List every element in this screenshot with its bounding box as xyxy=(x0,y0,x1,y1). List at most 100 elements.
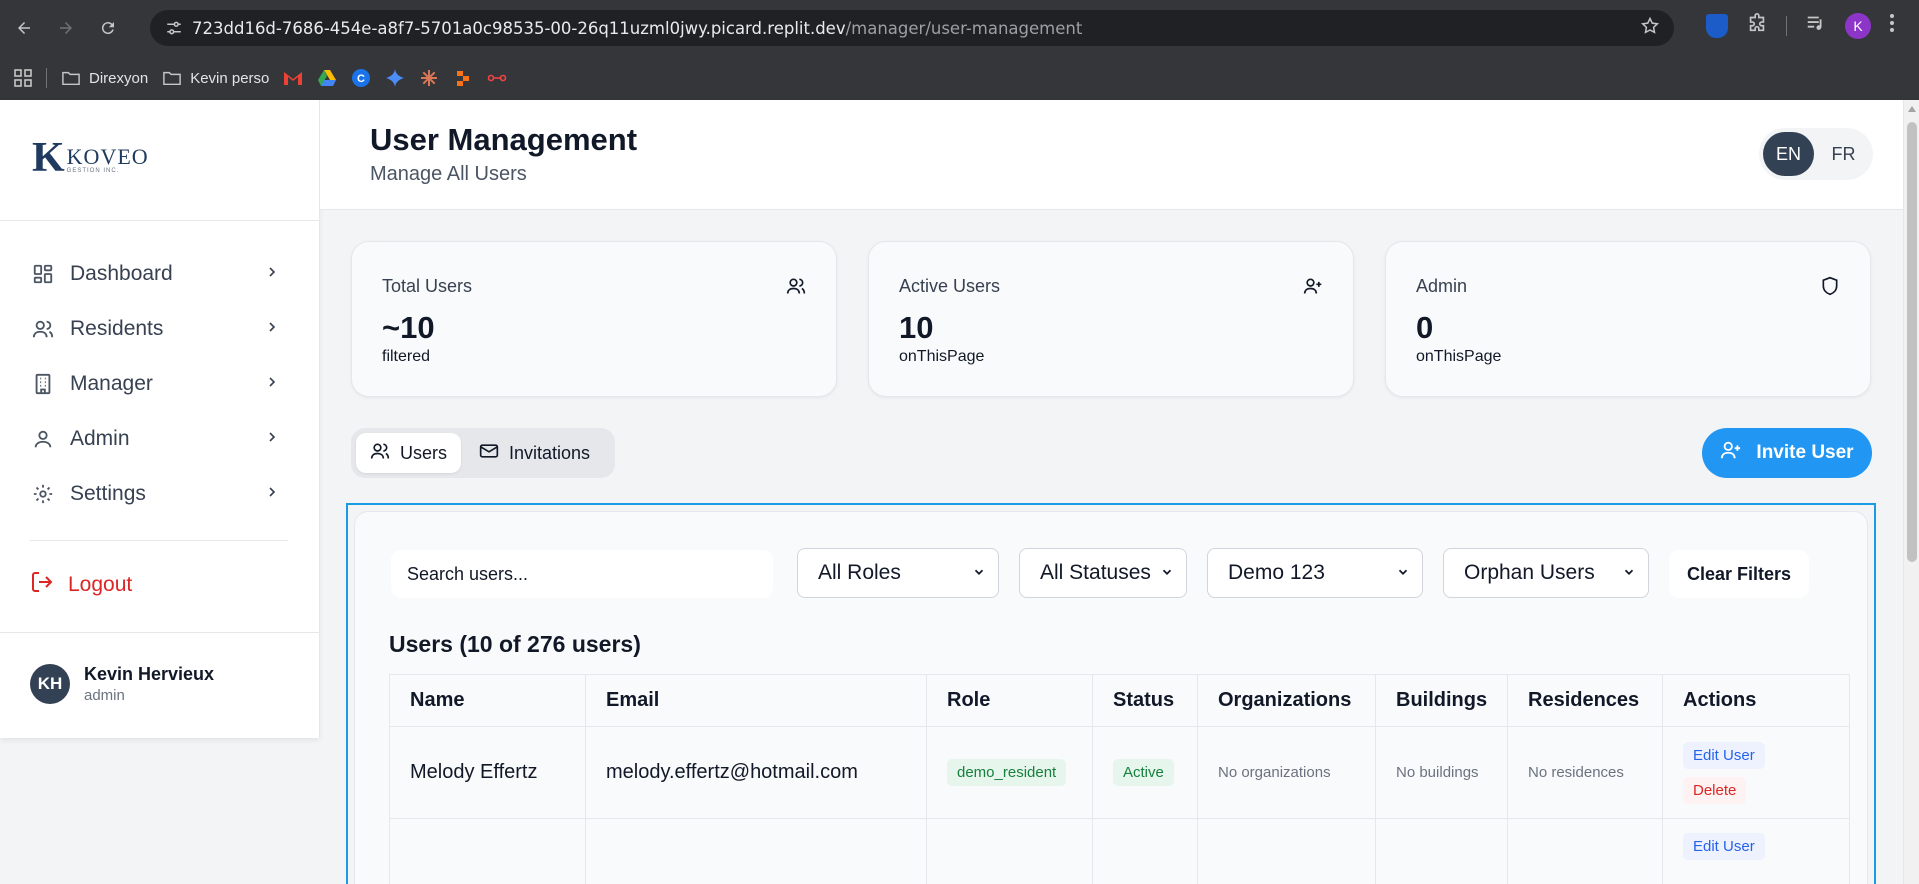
logout-icon xyxy=(30,570,54,600)
cell-organizations: No organizations xyxy=(1197,726,1376,819)
column-header-organizations[interactable]: Organizations xyxy=(1197,674,1376,727)
cell-organizations xyxy=(1197,818,1376,884)
user-name: Kevin Hervieux xyxy=(84,664,215,684)
cell-email: melody.effertz@hotmail.com xyxy=(585,726,927,819)
cell-residences: No residences xyxy=(1507,726,1663,819)
forward-button[interactable] xyxy=(48,10,84,46)
cell-status xyxy=(1092,818,1198,884)
dashboard-icon xyxy=(30,261,56,287)
folder-icon xyxy=(162,68,182,88)
status-filter-select[interactable]: All Statuses xyxy=(1019,548,1187,598)
edit-user-button[interactable]: Edit User xyxy=(1683,741,1765,769)
user-icon xyxy=(30,426,56,452)
bookmark-direxyon[interactable]: Direxyon xyxy=(61,68,148,88)
arrow-left-icon xyxy=(18,22,30,34)
media-controls-icon[interactable] xyxy=(1805,12,1827,39)
column-header-actions: Actions xyxy=(1662,674,1850,727)
users-icon xyxy=(30,316,56,342)
browser-toolbar: 723dd16d-7686-454e-a8f7-5701a0c98535-00-… xyxy=(0,0,1919,56)
column-header-role[interactable]: Role xyxy=(926,674,1093,727)
site-info-icon[interactable] xyxy=(156,19,192,37)
page-scrollbar[interactable] xyxy=(1903,100,1919,884)
bookmark-star-icon[interactable] xyxy=(1640,16,1660,41)
cell-status: Active xyxy=(1092,726,1198,819)
toolbar-separator xyxy=(1786,15,1787,36)
sidebar-item-settings[interactable]: Settings xyxy=(30,466,280,521)
sidebar: K KOVEO GESTION INC. Dashboard Residents… xyxy=(0,100,319,738)
sidebar-item-admin[interactable]: Admin xyxy=(30,411,280,466)
view-tabs: Users Invitations xyxy=(351,428,615,478)
link-app-icon[interactable] xyxy=(487,68,507,88)
orphan-filter-select[interactable]: Orphan Users xyxy=(1443,548,1649,598)
apps-grid-icon[interactable] xyxy=(14,69,32,87)
gmail-icon[interactable] xyxy=(283,68,303,88)
delete-user-button[interactable]: Delete xyxy=(1683,776,1747,804)
c-app-icon[interactable]: C xyxy=(351,68,371,88)
google-drive-icon[interactable] xyxy=(317,68,337,88)
sidebar-item-manager[interactable]: Manager xyxy=(30,356,280,411)
stat-card-active-users: Active Users 10 onThisPage xyxy=(868,241,1354,397)
sidebar-divider xyxy=(0,220,319,221)
column-header-buildings[interactable]: Buildings xyxy=(1375,674,1508,727)
page-title: User Management xyxy=(370,122,638,157)
bookmark-separator xyxy=(46,68,47,88)
users-panel: Search users... All Roles All Statuses D… xyxy=(346,503,1876,884)
reload-button[interactable] xyxy=(90,10,126,46)
sidebar-separator xyxy=(0,632,319,633)
extensions-puzzle-icon[interactable] xyxy=(1746,12,1768,39)
sidebar-item-dashboard[interactable]: Dashboard xyxy=(30,246,280,301)
sidebar-nav: Dashboard Residents Manager Admin Settin xyxy=(30,246,280,521)
chevron-down-icon xyxy=(972,561,986,585)
lang-en-button[interactable]: EN xyxy=(1763,132,1814,176)
column-header-status[interactable]: Status xyxy=(1092,674,1198,727)
cell-role xyxy=(926,818,1093,884)
table-header-row: Name Email Role Status Organizations Bui… xyxy=(389,674,1850,727)
svg-text:C: C xyxy=(357,73,365,85)
page-subtitle: Manage All Users xyxy=(370,163,527,185)
chevron-right-icon xyxy=(264,372,280,396)
search-input[interactable]: Search users... xyxy=(391,550,773,598)
organization-filter-select[interactable]: Demo 123 xyxy=(1207,548,1423,598)
chevron-down-icon xyxy=(1396,561,1410,585)
language-toggle: EN FR xyxy=(1759,128,1873,180)
cell-name xyxy=(389,818,586,884)
tab-users[interactable]: Users xyxy=(356,433,462,473)
gear-icon xyxy=(30,481,56,507)
orange-app-icon[interactable] xyxy=(453,68,473,88)
chrome-menu-icon[interactable] xyxy=(1889,13,1895,38)
lang-fr-button[interactable]: FR xyxy=(1818,132,1869,176)
table-row: Edit User xyxy=(389,818,1850,884)
chevron-right-icon xyxy=(264,482,280,506)
invite-user-button[interactable]: Invite User xyxy=(1702,428,1872,478)
sidebar-item-residents[interactable]: Residents xyxy=(30,301,280,356)
profile-avatar[interactable]: K xyxy=(1845,12,1871,39)
table-title: Users (10 of 276 users) xyxy=(389,631,641,657)
column-header-name[interactable]: Name xyxy=(389,674,586,727)
cell-name: Melody Effertz xyxy=(389,726,586,819)
role-filter-select[interactable]: All Roles xyxy=(797,548,999,598)
back-button[interactable] xyxy=(6,10,42,46)
stat-card-total-users: Total Users ~10 filtered xyxy=(351,241,837,397)
cell-actions: Edit User xyxy=(1662,818,1850,884)
column-header-email[interactable]: Email xyxy=(585,674,927,727)
column-header-residences[interactable]: Residences xyxy=(1507,674,1663,727)
address-bar[interactable]: 723dd16d-7686-454e-a8f7-5701a0c98535-00-… xyxy=(150,10,1674,46)
scroll-up-icon[interactable] xyxy=(1908,106,1916,112)
tab-invitations[interactable]: Invitations xyxy=(465,433,604,473)
logout-button[interactable]: Logout xyxy=(30,570,132,600)
users-table: Name Email Role Status Organizations Bui… xyxy=(389,674,1850,884)
bookmark-kevin-perso[interactable]: Kevin perso xyxy=(162,68,269,88)
filter-bar: Search users... All Roles All Statuses D… xyxy=(391,544,1839,608)
sidebar-separator xyxy=(30,540,288,541)
claude-icon[interactable] xyxy=(419,68,439,88)
scrollbar-thumb[interactable] xyxy=(1907,122,1917,562)
shield-icon xyxy=(1820,276,1840,301)
current-user[interactable]: KH Kevin Hervieux admin xyxy=(30,664,214,704)
gemini-icon[interactable] xyxy=(385,68,405,88)
clear-filters-button[interactable]: Clear Filters xyxy=(1669,550,1809,598)
koveo-logo[interactable]: K KOVEO GESTION INC. xyxy=(32,137,149,179)
arrow-right-icon xyxy=(60,22,72,34)
edit-user-button[interactable]: Edit User xyxy=(1683,833,1765,860)
chevron-down-icon xyxy=(1160,561,1174,585)
bitwarden-extension-icon[interactable] xyxy=(1706,13,1728,38)
